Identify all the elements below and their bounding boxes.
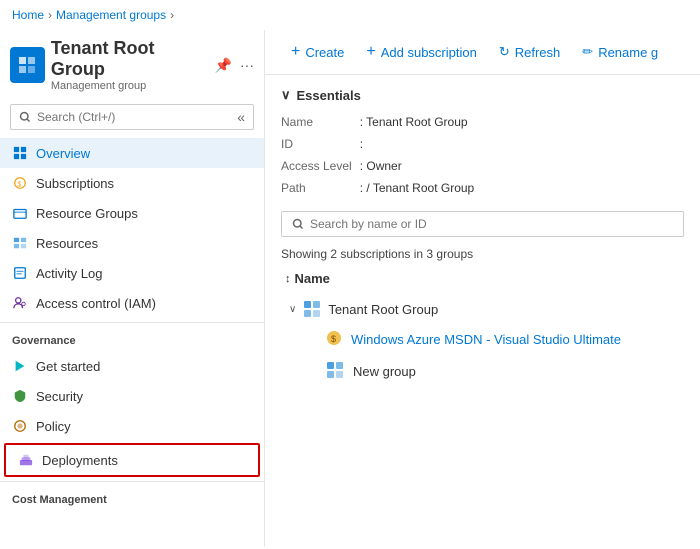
- breadcrumb-home[interactable]: Home: [12, 8, 44, 22]
- sidebar-item-resource-groups[interactable]: Resource Groups: [0, 198, 264, 228]
- create-button[interactable]: + Create: [281, 38, 354, 66]
- sidebar-item-label: Deployments: [42, 453, 118, 468]
- sidebar-item-label: Get started: [36, 359, 100, 374]
- toolbar: + Create + Add subscription ↻ Refresh ✏ …: [265, 30, 700, 75]
- get-started-icon: [12, 358, 28, 374]
- breadcrumb: Home › Management groups ›: [0, 0, 700, 30]
- sidebar-item-resources[interactable]: Resources: [0, 228, 264, 258]
- new-group-icon: [325, 360, 345, 383]
- search-icon: [19, 111, 31, 123]
- essentials-access-value: : Owner: [360, 157, 684, 175]
- add-subscription-icon: +: [366, 43, 375, 61]
- essentials-path-label: Path: [281, 179, 352, 197]
- refresh-button[interactable]: ↻ Refresh: [489, 39, 570, 65]
- deployments-icon: [18, 452, 34, 468]
- essentials-name-value: : Tenant Root Group: [360, 113, 684, 131]
- access-control-icon: [12, 295, 28, 311]
- sidebar-item-security[interactable]: Security: [0, 381, 264, 411]
- sidebar-item-access-control[interactable]: Access control (IAM): [0, 288, 264, 318]
- more-icon[interactable]: ···: [240, 57, 254, 74]
- sort-icon[interactable]: ↕: [285, 273, 291, 285]
- create-icon: +: [291, 43, 300, 61]
- sidebar-item-subscriptions[interactable]: $ Subscriptions: [0, 168, 264, 198]
- essentials-id-label: ID: [281, 135, 352, 153]
- content-search-icon: [292, 218, 304, 230]
- pin-icon[interactable]: 📌: [215, 57, 232, 74]
- new-group-label: New group: [353, 364, 416, 379]
- sidebar-item-activity-log[interactable]: Activity Log: [0, 258, 264, 288]
- svg-text:$: $: [331, 334, 336, 344]
- page-subtitle: Management group: [51, 80, 209, 92]
- tree-children: $ Windows Azure MSDN - Visual Studio Ult…: [281, 324, 684, 388]
- cost-management-section-label: Cost Management: [0, 481, 264, 510]
- governance-section-label: Governance: [0, 322, 264, 351]
- resources-icon: [12, 235, 28, 251]
- sidebar-search[interactable]: «: [10, 104, 254, 130]
- sidebar-item-deployments[interactable]: Deployments: [4, 443, 260, 477]
- tree-subscription-item: $ Windows Azure MSDN - Visual Studio Ult…: [317, 324, 684, 355]
- sidebar: Tenant Root Group Management group 📌 ···…: [0, 30, 265, 547]
- sidebar-item-label: Overview: [36, 146, 90, 161]
- tree-root-label: Tenant Root Group: [328, 302, 438, 317]
- collapse-button[interactable]: «: [237, 109, 245, 125]
- sidebar-item-label: Policy: [36, 419, 71, 434]
- essentials-id-value: :: [360, 135, 684, 153]
- essentials-grid: Name : Tenant Root Group ID : Access Lev…: [281, 113, 684, 197]
- essentials-header[interactable]: ∨ Essentials: [281, 87, 684, 103]
- content-area: ∨ Essentials Name : Tenant Root Group ID…: [265, 75, 700, 400]
- essentials-access-label: Access Level: [281, 157, 352, 175]
- sidebar-item-label: Subscriptions: [36, 176, 114, 191]
- add-subscription-button[interactable]: + Add subscription: [356, 38, 486, 66]
- content-search[interactable]: [281, 211, 684, 237]
- refresh-icon: ↻: [499, 44, 510, 60]
- breadcrumb-management-groups[interactable]: Management groups: [56, 8, 166, 22]
- content-search-input[interactable]: [310, 217, 590, 231]
- tree-root-item: ∨ Tenant Root Group: [281, 294, 684, 324]
- page-title: Tenant Root Group: [51, 38, 209, 80]
- sidebar-item-label: Resources: [36, 236, 98, 251]
- overview-icon: [12, 145, 28, 161]
- activity-log-icon: [12, 265, 28, 281]
- subscription-icon: $: [325, 329, 343, 350]
- subscriptions-icon: $: [12, 175, 28, 191]
- sidebar-item-overview[interactable]: Overview: [0, 138, 264, 168]
- tree-chevron[interactable]: ∨: [289, 304, 296, 315]
- tree-new-group-item: New group: [317, 355, 684, 388]
- essentials-name-label: Name: [281, 113, 352, 131]
- sidebar-item-label: Activity Log: [36, 266, 102, 281]
- sidebar-item-policy[interactable]: Policy: [0, 411, 264, 441]
- svg-text:$: $: [17, 182, 21, 189]
- essentials-path-value: : / Tenant Root Group: [360, 179, 684, 197]
- rename-button[interactable]: ✏ Rename g: [572, 39, 668, 65]
- sidebar-item-label: Resource Groups: [36, 206, 138, 221]
- resource-groups-icon: [12, 205, 28, 221]
- policy-icon: [12, 418, 28, 434]
- sidebar-logo-icon: [10, 47, 45, 83]
- subscription-link[interactable]: Windows Azure MSDN - Visual Studio Ultim…: [351, 332, 621, 347]
- management-group-icon: [302, 299, 322, 319]
- sidebar-item-get-started[interactable]: Get started: [0, 351, 264, 381]
- security-icon: [12, 388, 28, 404]
- essentials-title: Essentials: [297, 88, 361, 103]
- showing-text: Showing 2 subscriptions in 3 groups: [281, 247, 684, 261]
- name-column-header: ↕ Name: [281, 271, 684, 286]
- sidebar-item-label: Access control (IAM): [36, 296, 156, 311]
- essentials-chevron: ∨: [281, 87, 291, 103]
- rename-icon: ✏: [582, 44, 593, 60]
- main-content: + Create + Add subscription ↻ Refresh ✏ …: [265, 30, 700, 547]
- sidebar-search-input[interactable]: [37, 110, 187, 124]
- sidebar-header: Tenant Root Group Management group 📌 ···: [0, 30, 264, 100]
- sidebar-item-label: Security: [36, 389, 83, 404]
